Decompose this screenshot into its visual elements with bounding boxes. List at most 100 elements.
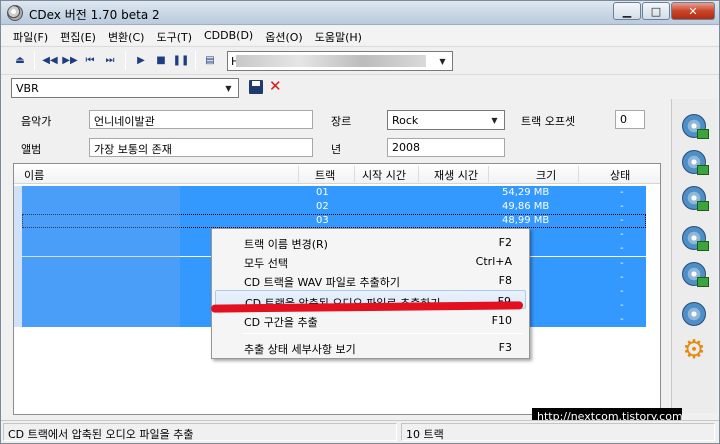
column-start-time[interactable]: 시작 시간 (362, 167, 406, 183)
column-divider[interactable] (418, 166, 419, 182)
cd-to-mp3-icon[interactable] (679, 147, 709, 177)
status-cell: - (620, 285, 624, 297)
menu-item-shortcut: F10 (491, 314, 512, 327)
track-number-cell: 03 (316, 215, 329, 227)
track-offset-label: 트랙 오프셋 (521, 115, 576, 128)
menu-separator (242, 333, 524, 334)
menu-item-select-all[interactable]: 모두 선택 Ctrl+A (215, 251, 526, 270)
window-controls: ▁ □ ✕ (613, 2, 715, 20)
action-sidebar: ⚙ (671, 99, 717, 413)
column-divider[interactable] (298, 166, 299, 182)
track-count: 10 트랙 (406, 428, 444, 441)
menu-options[interactable]: 옵션(O) (259, 26, 308, 45)
column-play-time[interactable]: 재생 시간 (434, 167, 478, 183)
menu-item-extract-section[interactable]: CD 구간을 추출 F10 (215, 310, 526, 329)
menu-item-label: 트랙 이름 변경(R) (244, 238, 328, 251)
year-label: 년 (331, 143, 342, 156)
artist-field[interactable]: 언니네이발관 (89, 110, 313, 129)
artist-label: 음악가 (21, 115, 52, 128)
close-button[interactable]: ✕ (671, 2, 715, 20)
column-divider[interactable] (488, 166, 489, 182)
genre-select[interactable]: Rock ▼ (387, 110, 505, 130)
status-info-cell: 10 트랙 (401, 423, 715, 441)
menu-item-rename-track[interactable]: 트랙 이름 변경(R) F2 (215, 232, 526, 251)
redacted-drive-name (236, 55, 426, 67)
size-cell: 54,29 MB (502, 187, 550, 198)
cd-info-icon[interactable]: ▤ (201, 51, 219, 69)
menu-bar: 파일(F) 편집(E) 변환(C) 도구(T) CDDB(D) 옵션(O) 도움… (1, 26, 719, 45)
play-icon[interactable] (679, 299, 709, 329)
redacted-track-names (14, 186, 180, 327)
maximize-button[interactable]: □ (642, 2, 670, 20)
menu-tools[interactable]: 도구(T) (150, 26, 198, 45)
cd-to-wav-icon[interactable] (679, 111, 709, 141)
menu-item-label: 추출 상태 세부사항 보기 (244, 343, 356, 356)
chevron-down-icon[interactable]: ▼ (221, 81, 236, 95)
rewind-icon[interactable]: ▶▶ (61, 51, 79, 69)
column-size[interactable]: 크기 (536, 167, 556, 183)
track-list-header: 이름 트랙 시작 시간 재생 시간 크기 상태 (14, 164, 660, 184)
status-cell: - (620, 271, 624, 283)
genre-label: 장르 (331, 115, 352, 128)
status-cell: - (620, 201, 624, 213)
cdex-window: CDex 버전 1.70 beta 2 ▁ □ ✕ 파일(F) 편집(E) 변환… (0, 0, 720, 444)
pause-icon[interactable]: ❚❚ (172, 51, 190, 69)
title-bar: CDex 버전 1.70 beta 2 ▁ □ ✕ (1, 1, 719, 25)
size-cell: 49,86 MB (502, 201, 550, 213)
menu-item-shortcut: F8 (498, 274, 512, 287)
menu-item-extract-wav[interactable]: CD 트랙을 WAV 파일로 추출하기 F8 (215, 270, 526, 289)
play-icon[interactable]: ▶ (132, 51, 150, 69)
cd-to-mp3-alt-icon[interactable] (679, 183, 709, 213)
menu-item-label: 모두 선택 (244, 257, 288, 270)
stop-icon[interactable]: ■ (152, 51, 170, 69)
menu-item-shortcut: F3 (498, 341, 512, 354)
album-info-form: 음악가 언니네이발관 장르 Rock ▼ 트랙 오프셋 0 앨범 가장 보통의 … (1, 100, 665, 162)
status-cell: - (620, 313, 624, 325)
status-cell: - (620, 257, 624, 269)
save-icon[interactable] (249, 80, 263, 94)
menu-convert[interactable]: 변환(C) (102, 26, 151, 45)
status-cell: - (620, 299, 624, 311)
status-cell: - (620, 215, 624, 227)
year-field[interactable]: 2008 (387, 138, 505, 157)
encoder-mode-value: VBR (16, 82, 39, 95)
toolbar-separator (34, 51, 35, 70)
album-field[interactable]: 가장 보통의 존재 (89, 138, 313, 157)
status-cell: - (620, 229, 624, 241)
menu-cddb[interactable]: CDDB(D) (198, 26, 259, 45)
column-status[interactable]: 상태 (610, 167, 630, 183)
minimize-button[interactable]: ▁ (613, 2, 641, 20)
column-name[interactable]: 이름 (24, 167, 44, 183)
column-divider[interactable] (354, 166, 355, 182)
settings-gear-icon[interactable]: ⚙ (679, 335, 709, 365)
track-offset-field[interactable]: 0 (615, 110, 645, 129)
menu-item-extraction-details[interactable]: 추출 상태 세부사항 보기 F3 (215, 337, 526, 356)
previous-track-icon[interactable]: ◀◀ (41, 51, 59, 69)
mp3-to-wav-icon[interactable] (679, 259, 709, 289)
menu-item-shortcut: Ctrl+A (475, 255, 512, 268)
track-number-cell: 02 (316, 201, 329, 213)
status-message: CD 트랙에서 압축된 오디오 파일을 추출 (8, 428, 194, 441)
status-cell: - (620, 187, 624, 198)
column-divider[interactable] (578, 166, 579, 182)
delete-icon[interactable]: ✕ (269, 77, 282, 95)
wav-to-mp3-icon[interactable] (679, 223, 709, 253)
menu-help[interactable]: 도움말(H) (309, 26, 368, 45)
menu-file[interactable]: 파일(F) (7, 26, 54, 45)
encoder-mode-select[interactable]: VBR ▼ (11, 78, 239, 98)
track-context-menu: 트랙 이름 변경(R) F2 모두 선택 Ctrl+A CD 트랙을 WAV 파… (211, 228, 530, 359)
window-title: CDex 버전 1.70 beta 2 (29, 8, 160, 22)
menu-edit[interactable]: 편집(E) (54, 26, 102, 45)
skip-back-icon[interactable]: ⏮ (81, 51, 99, 69)
chevron-down-icon[interactable]: ▼ (487, 113, 502, 127)
eject-icon[interactable]: ⏏ (11, 51, 29, 69)
album-label: 앨범 (21, 143, 42, 156)
cd-drive-select[interactable]: H ▼ (227, 51, 453, 71)
size-cell: 48,99 MB (502, 215, 550, 227)
status-cell: - (620, 243, 624, 255)
player-toolbar: ⏏ ◀◀ ▶▶ ⏮ ⏭ ▶ ■ ❚❚ ▤ H ▼ (1, 46, 719, 73)
cdex-app-icon (7, 5, 23, 21)
chevron-down-icon[interactable]: ▼ (435, 54, 450, 68)
column-track[interactable]: 트랙 (315, 167, 335, 183)
skip-forward-icon[interactable]: ⏭ (101, 51, 119, 69)
